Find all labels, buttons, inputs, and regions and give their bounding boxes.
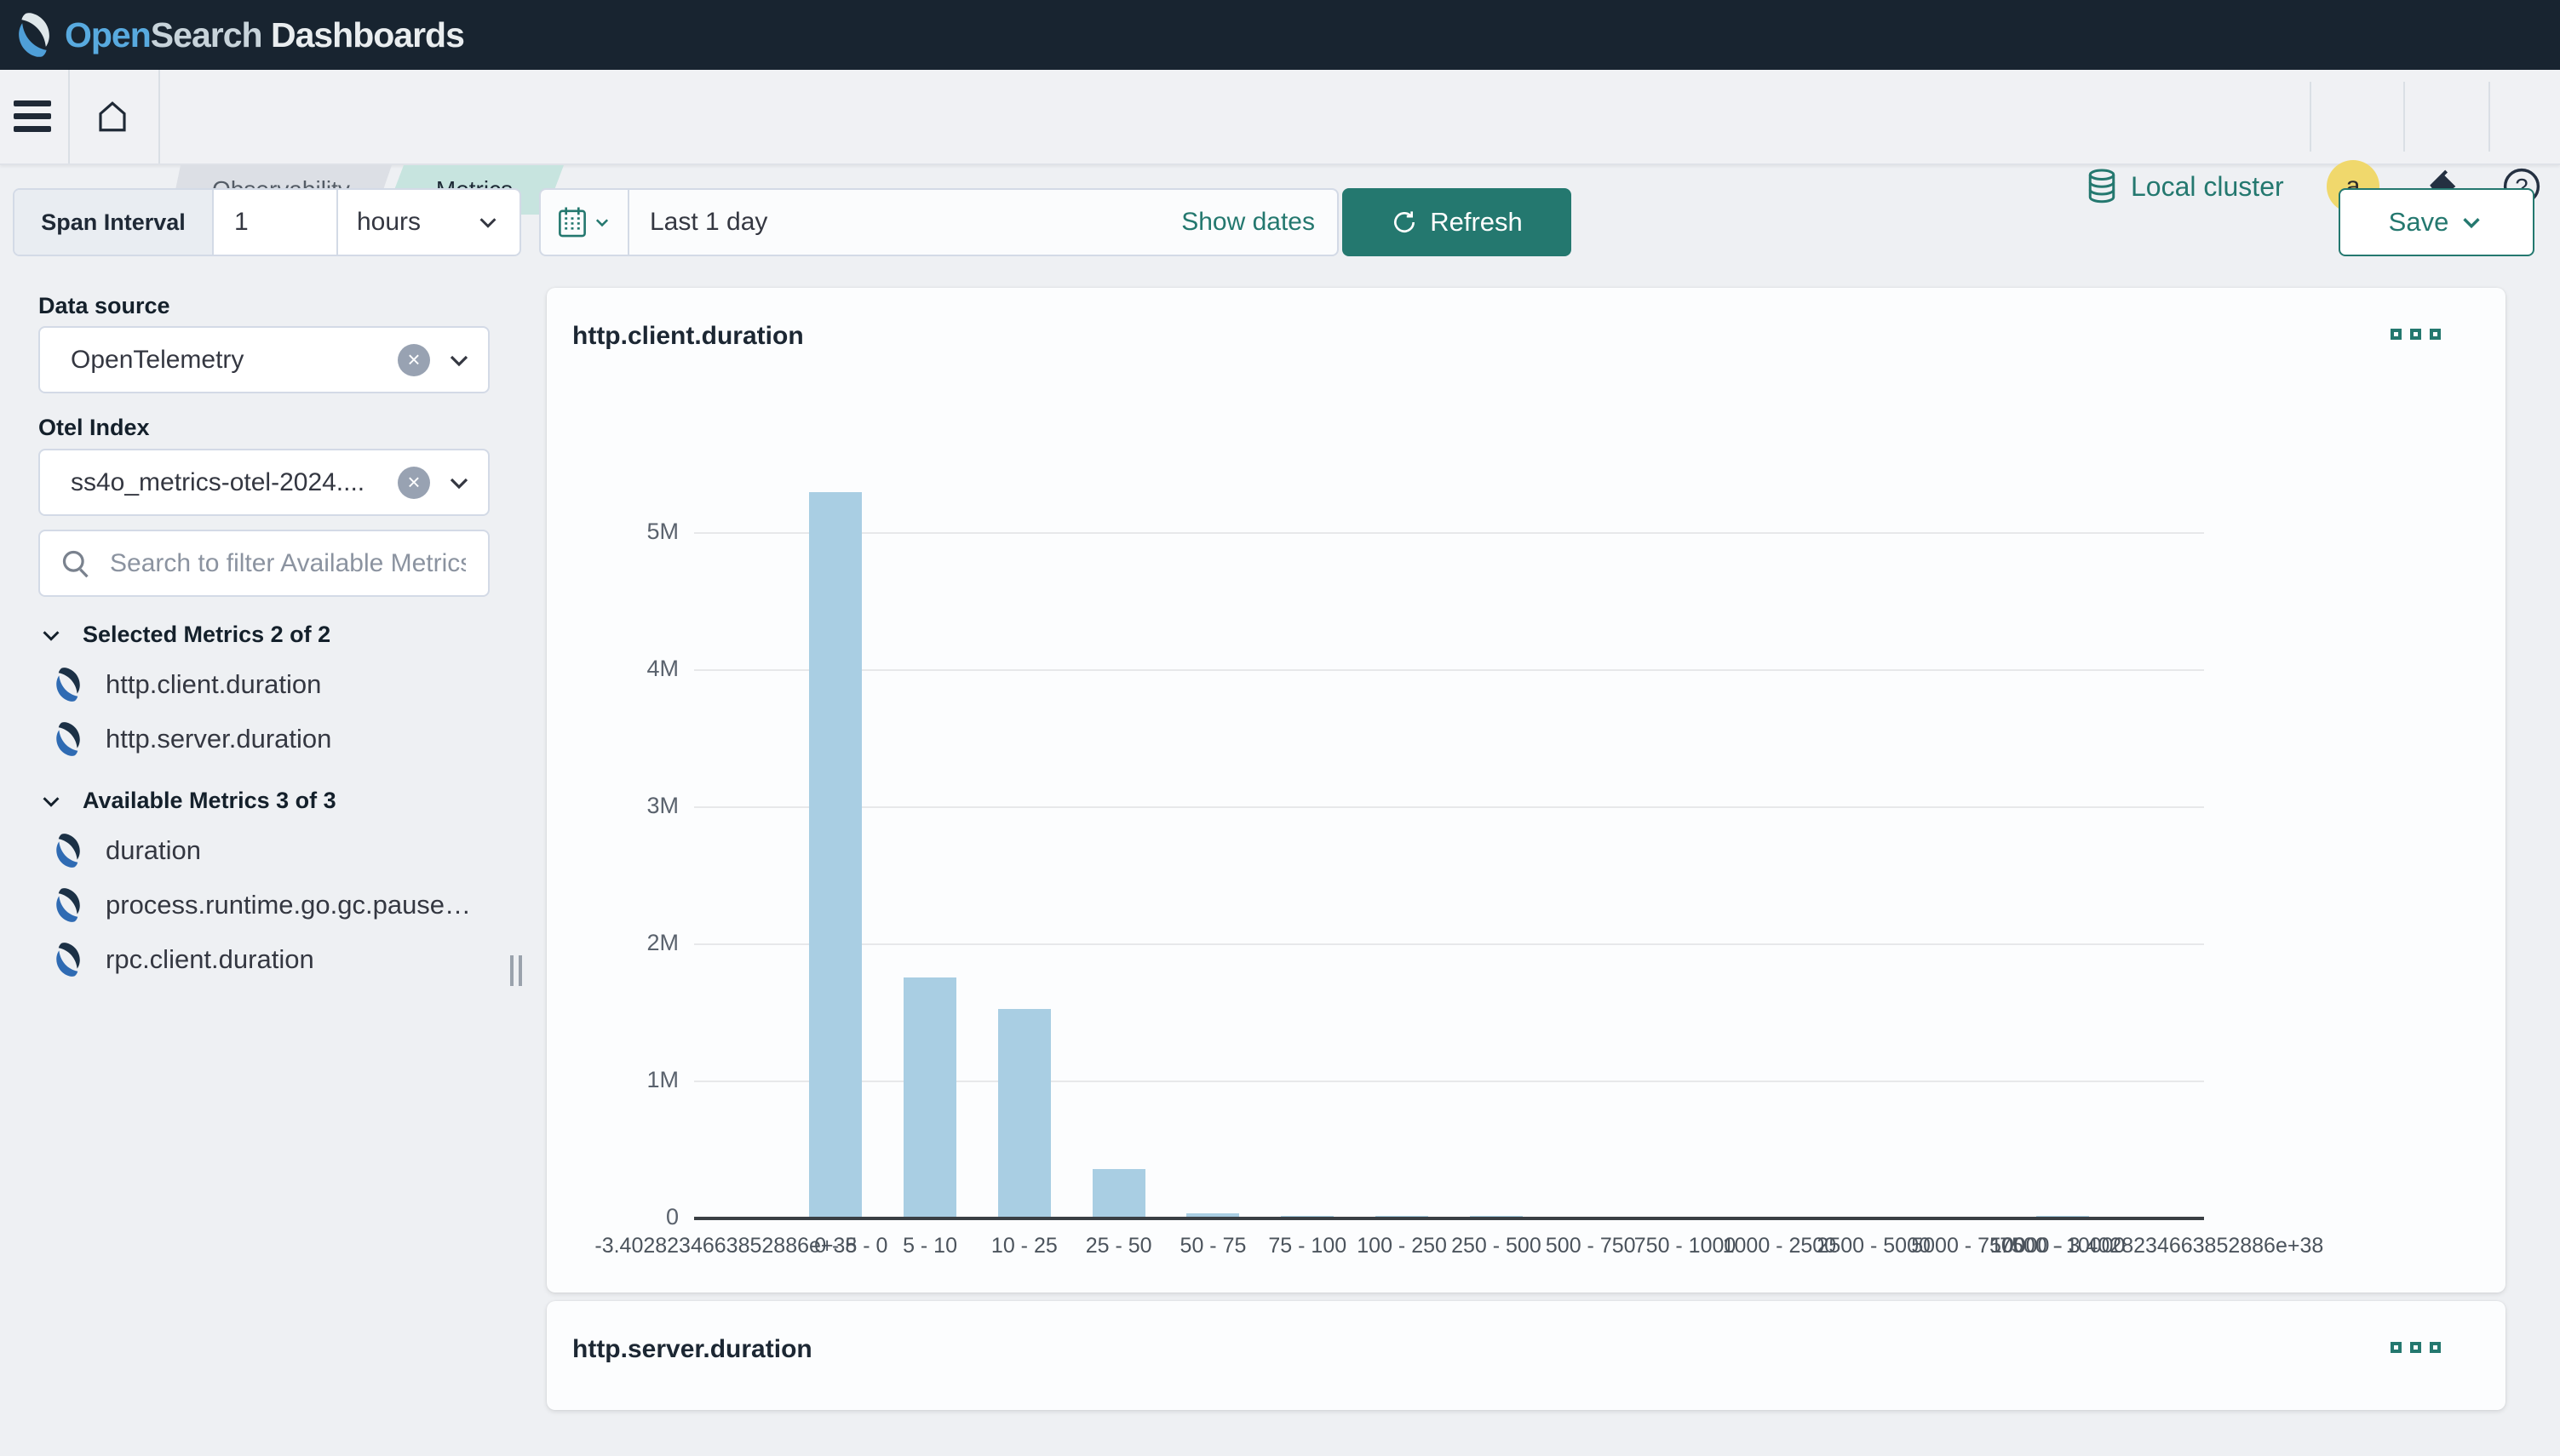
metric-list-item[interactable]: process.runtime.go.gc.pause… (51, 878, 511, 932)
data-source-value: OpenTelemetry (71, 346, 398, 375)
opensearch-metric-icon (51, 832, 85, 869)
chart-panel-http-client-duration: http.client.duration 01M2M3M4M5M -3.4028… (547, 288, 2505, 1293)
gridline (694, 532, 2204, 534)
span-interval-group: Span Interval hours (13, 188, 521, 256)
x-tick-label: 25 - 50 (1086, 1234, 1152, 1258)
chevron-down-icon (38, 788, 64, 814)
date-range-value[interactable]: Last 1 day (629, 190, 1181, 255)
opensearch-metric-icon (51, 941, 85, 978)
home-icon[interactable] (85, 90, 140, 143)
sidebar-resize-handle[interactable] (506, 952, 526, 989)
date-picker: Last 1 day Show dates (539, 188, 1339, 256)
search-icon (60, 548, 91, 579)
clear-icon[interactable]: × (398, 344, 430, 376)
chevron-down-icon (445, 347, 473, 374)
database-icon (2085, 168, 2119, 205)
selected-metrics-header[interactable]: Selected Metrics 2 of 2 (38, 622, 330, 648)
refresh-label: Refresh (1430, 207, 1523, 238)
app-root: OpenSearch Dashboards Observability Metr… (0, 0, 2560, 1456)
metric-list-item[interactable]: rpc.client.duration (51, 932, 511, 987)
panel-actions-icon[interactable] (2391, 1342, 2441, 1353)
metric-label: rpc.client.duration (106, 944, 314, 975)
opensearch-metric-icon (51, 720, 85, 758)
menu-icon[interactable] (14, 92, 51, 140)
opensearch-metric-icon (51, 886, 85, 924)
x-tick-label: 50 - 75 (1180, 1234, 1247, 1258)
panel-title: http.client.duration (572, 322, 804, 351)
gridline (694, 806, 2204, 808)
cluster-selector[interactable]: Local cluster (2085, 140, 2284, 233)
chart-panel-http-server-duration: http.server.duration (547, 1301, 2505, 1410)
y-tick-label: 0 (594, 1204, 679, 1230)
x-tick-label: 10 - 25 (991, 1234, 1058, 1258)
selected-metrics-label: Selected Metrics 2 of 2 (83, 622, 330, 648)
available-metrics-header[interactable]: Available Metrics 3 of 3 (38, 788, 336, 814)
x-tick-label: 750 - 1000 (1634, 1234, 1736, 1258)
metric-list-item[interactable]: duration (51, 823, 511, 878)
show-dates-link[interactable]: Show dates (1181, 190, 1337, 255)
app-title: OpenSearch Dashboards (65, 15, 464, 55)
app-header: OpenSearch Dashboards (0, 0, 2560, 70)
nav-bar: Observability Metrics Local cluster a ? (0, 70, 2560, 165)
available-metrics-label: Available Metrics 3 of 3 (83, 788, 336, 814)
metric-list-item[interactable]: http.server.duration (51, 712, 511, 766)
x-axis-line (694, 1217, 2204, 1220)
chevron-down-icon (475, 209, 501, 235)
y-tick-label: 5M (594, 519, 679, 545)
data-source-select[interactable]: OpenTelemetry × (38, 326, 490, 393)
otel-index-label: Otel Index (38, 415, 150, 441)
gridline (694, 669, 2204, 671)
bar[interactable] (809, 492, 862, 1218)
refresh-button[interactable]: Refresh (1342, 188, 1571, 256)
clear-icon[interactable]: × (398, 467, 430, 499)
y-tick-label: 2M (594, 930, 679, 956)
chart-x-axis-labels: -3.4028234663852886e+38 - 00 - 55 - 1010… (694, 1229, 2204, 1263)
opensearch-logo-icon (12, 11, 56, 59)
search-input[interactable] (108, 548, 468, 579)
x-tick-label: 75 - 100 (1268, 1234, 1346, 1258)
metric-label: process.runtime.go.gc.pause… (106, 890, 471, 920)
data-source-label: Data source (38, 293, 170, 319)
otel-index-select[interactable]: ss4o_metrics-otel-2024.... × (38, 449, 490, 516)
metrics-search (38, 530, 490, 597)
cluster-label: Local cluster (2131, 171, 2284, 203)
chevron-down-icon (2459, 209, 2484, 235)
metric-label: http.server.duration (106, 724, 331, 754)
x-tick-label: 5 - 10 (903, 1234, 957, 1258)
calendar-icon (557, 206, 588, 238)
y-tick-label: 1M (594, 1067, 679, 1093)
metric-label: http.client.duration (106, 669, 321, 700)
panel-title: http.server.duration (572, 1335, 812, 1364)
span-interval-label: Span Interval (14, 190, 214, 255)
chevron-down-icon (445, 469, 473, 496)
bar[interactable] (998, 1009, 1051, 1218)
chart-plot: 01M2M3M4M5M (694, 488, 2204, 1218)
save-button[interactable]: Save (2339, 188, 2534, 256)
x-tick-label: 100 - 250 (1357, 1234, 1447, 1258)
span-unit-value: hours (357, 208, 421, 237)
x-tick-label: 250 - 500 (1451, 1234, 1541, 1258)
gridline (694, 943, 2204, 945)
opensearch-metric-icon (51, 666, 85, 703)
span-interval-input[interactable] (214, 190, 336, 255)
otel-index-value: ss4o_metrics-otel-2024.... (71, 468, 398, 497)
chevron-down-icon (593, 213, 611, 232)
bar[interactable] (904, 977, 956, 1218)
x-tick-label: 500 - 750 (1546, 1234, 1636, 1258)
save-label: Save (2389, 207, 2449, 238)
span-unit-select[interactable]: hours (336, 190, 519, 255)
refresh-icon (1391, 209, 1418, 236)
bar[interactable] (1093, 1169, 1145, 1218)
metric-label: duration (106, 835, 201, 866)
panel-actions-icon[interactable] (2391, 329, 2441, 340)
metric-list-item[interactable]: http.client.duration (51, 657, 511, 712)
selected-metrics-list: http.client.duration http.server.duratio… (51, 657, 511, 766)
y-tick-label: 3M (594, 793, 679, 819)
x-tick-label: 0 - 5 (814, 1234, 857, 1258)
y-tick-label: 4M (594, 656, 679, 682)
chevron-down-icon (38, 622, 64, 648)
x-tick-label: 10000 - 3.4028234663852886e+38 (1990, 1234, 2323, 1258)
quick-select-menu[interactable] (541, 190, 629, 255)
available-metrics-list: duration process.runtime.go.gc.pause… rp… (51, 823, 511, 987)
